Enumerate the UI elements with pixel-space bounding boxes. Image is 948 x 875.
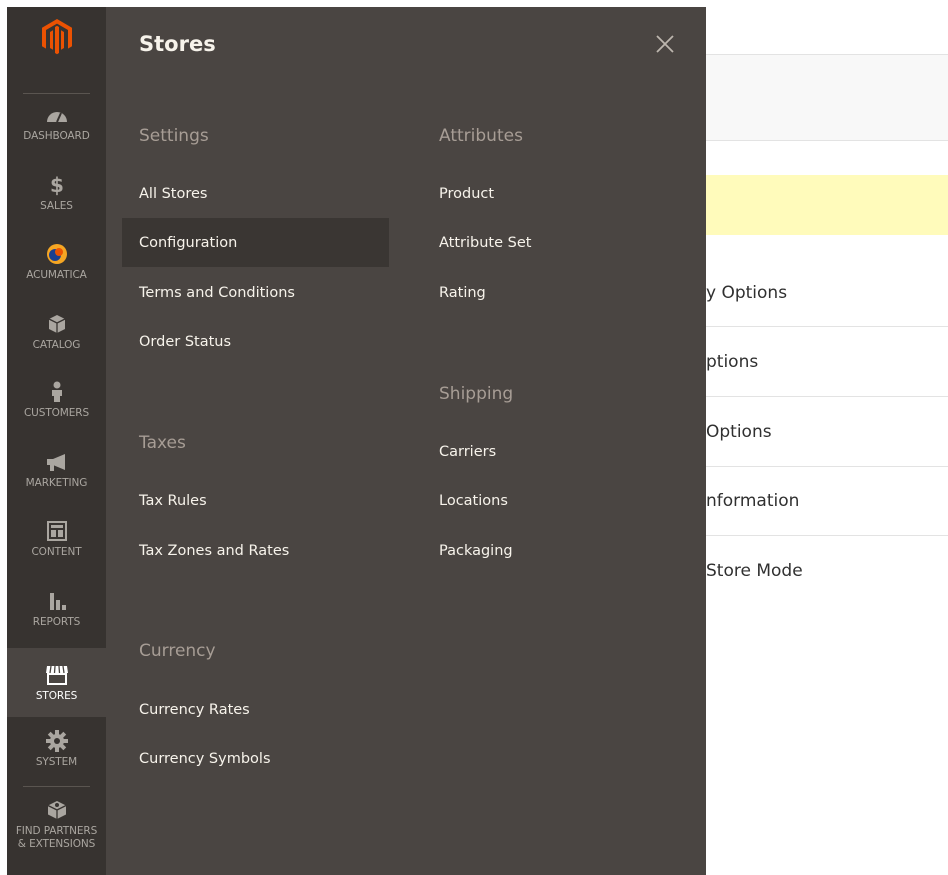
menu-link-currency-rates[interactable]: Currency Rates (122, 685, 389, 734)
acumatica-icon (45, 242, 69, 266)
nav-label: STORES (35, 689, 78, 702)
magento-logo-icon[interactable] (7, 19, 106, 71)
nav-label: ACUMATICA (26, 269, 87, 281)
nav-dashboard[interactable]: DASHBOARD (7, 103, 106, 161)
nav-label: DASHBOARD (23, 130, 90, 142)
nav-catalog[interactable]: CATALOG (7, 312, 106, 370)
flyout-title: Stores (139, 32, 216, 56)
config-section-row[interactable]: Store Mode (706, 561, 803, 581)
nav-customers[interactable]: CUSTOMERS (7, 380, 106, 438)
menu-link-product[interactable]: Product (422, 169, 689, 218)
section-heading-taxes: Taxes (139, 433, 186, 453)
menu-link-order-status[interactable]: Order Status (122, 317, 389, 366)
section-heading-attributes: Attributes (439, 126, 523, 146)
extensions-box-icon (45, 798, 69, 822)
menu-link-tax-rules[interactable]: Tax Rules (122, 476, 389, 525)
menu-link-attribute-set[interactable]: Attribute Set (422, 218, 689, 267)
menu-link-all-stores[interactable]: All Stores (122, 169, 389, 218)
nav-label: SYSTEM (35, 756, 78, 768)
nav-content[interactable]: CONTENT (7, 519, 106, 577)
config-section-row[interactable]: Options (706, 422, 772, 442)
nav-system[interactable]: SYSTEM (7, 729, 106, 787)
menu-link-configuration[interactable]: Configuration (122, 218, 389, 267)
gear-icon (45, 729, 69, 753)
megaphone-icon (45, 450, 69, 474)
nav-reports[interactable]: REPORTS (7, 589, 106, 647)
row-divider (706, 326, 948, 327)
nav-divider (23, 786, 90, 787)
bar-chart-icon (45, 589, 69, 613)
speedometer-icon (45, 103, 69, 127)
nav-label: REPORTS (32, 616, 81, 628)
nav-stores[interactable]: STORES (7, 648, 106, 717)
layout-icon (45, 519, 69, 543)
box-icon (45, 312, 69, 336)
config-section-row[interactable]: y Options (706, 283, 787, 303)
stores-flyout-panel: Stores Settings All Stores Configuration… (106, 7, 706, 875)
menu-link-carriers[interactable]: Carriers (422, 427, 689, 476)
page-toolbar (706, 55, 948, 140)
nav-label: MARKETING (25, 477, 88, 489)
nav-find-partners[interactable]: FIND PARTNERS & EXTENSIONS (7, 798, 106, 860)
admin-sidebar: DASHBOARD $ SALES ACUMATICA CATALOG CUST… (7, 7, 106, 875)
dollar-icon: $ (45, 173, 69, 197)
section-heading-currency: Currency (139, 641, 216, 661)
store-icon (45, 663, 69, 687)
nav-label: SALES (40, 200, 73, 212)
row-divider (706, 396, 948, 397)
nav-label: CONTENT (31, 546, 82, 558)
nav-label: CATALOG (32, 339, 81, 351)
close-icon[interactable] (654, 33, 676, 55)
nav-acumatica[interactable]: ACUMATICA (7, 242, 106, 300)
menu-link-tax-zones-and-rates[interactable]: Tax Zones and Rates (122, 526, 389, 575)
nav-label: CUSTOMERS (23, 407, 90, 419)
person-icon (45, 380, 69, 404)
menu-link-currency-symbols[interactable]: Currency Symbols (122, 734, 389, 783)
row-divider (706, 466, 948, 467)
nav-sales[interactable]: $ SALES (7, 173, 106, 231)
menu-link-locations[interactable]: Locations (422, 476, 689, 525)
svg-text:$: $ (50, 174, 64, 196)
menu-link-rating[interactable]: Rating (422, 268, 689, 317)
menu-link-packaging[interactable]: Packaging (422, 526, 689, 575)
menu-link-terms-and-conditions[interactable]: Terms and Conditions (122, 268, 389, 317)
config-section-row[interactable]: ptions (706, 352, 758, 372)
section-heading-shipping: Shipping (439, 384, 514, 404)
nav-label: FIND PARTNERS & EXTENSIONS (15, 825, 98, 850)
page-divider (706, 140, 948, 141)
logo-divider (23, 93, 90, 94)
notice-banner (706, 175, 948, 235)
nav-marketing[interactable]: MARKETING (7, 450, 106, 508)
config-section-row[interactable]: nformation (706, 491, 799, 511)
section-heading-settings: Settings (139, 126, 209, 146)
row-divider (706, 535, 948, 536)
